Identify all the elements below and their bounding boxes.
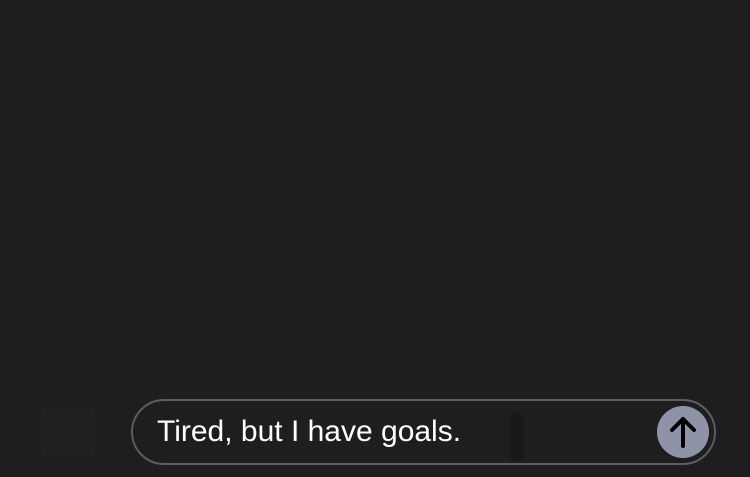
message-area[interactable]	[0, 0, 750, 390]
messages-screen: Tired, but I have goals.	[0, 0, 750, 477]
message-composer[interactable]: Tired, but I have goals.	[131, 399, 716, 465]
send-button[interactable]	[657, 406, 709, 458]
message-input[interactable]: Tired, but I have goals.	[157, 401, 461, 463]
app-drawer-icon[interactable]	[40, 404, 96, 460]
cursor-shadow	[510, 413, 524, 461]
arrow-up-icon	[668, 415, 698, 449]
